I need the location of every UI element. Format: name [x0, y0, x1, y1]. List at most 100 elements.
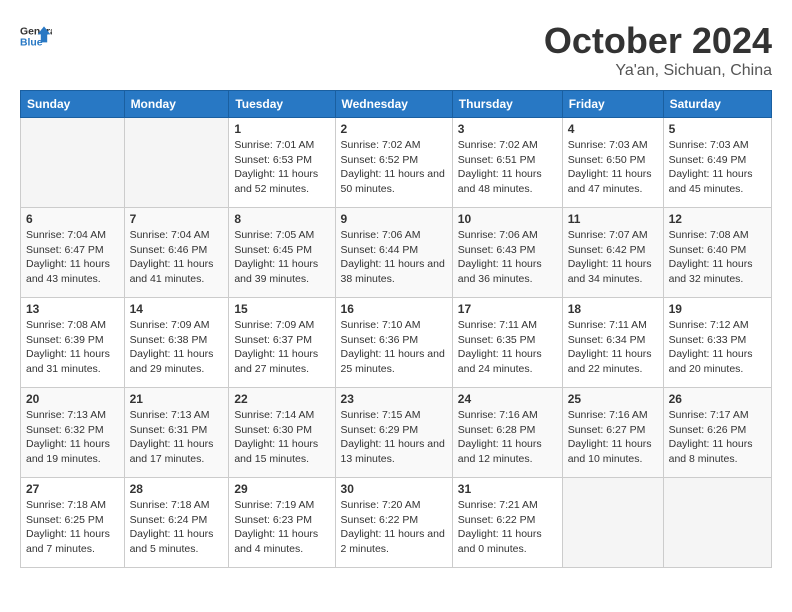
day-number: 28: [130, 482, 224, 496]
svg-text:Blue: Blue: [20, 38, 43, 49]
day-number: 25: [568, 392, 658, 406]
day-number: 22: [234, 392, 329, 406]
day-info: Sunrise: 7:04 AMSunset: 6:47 PMDaylight:…: [26, 228, 119, 287]
day-number: 29: [234, 482, 329, 496]
day-number: 24: [458, 392, 557, 406]
calendar-cell: 2 Sunrise: 7:02 AMSunset: 6:52 PMDaylight…: [335, 118, 452, 208]
day-info: Sunrise: 7:16 AMSunset: 6:28 PMDaylight:…: [458, 408, 557, 467]
day-info: Sunrise: 7:05 AMSunset: 6:45 PMDaylight:…: [234, 228, 329, 287]
day-info: Sunrise: 7:07 AMSunset: 6:42 PMDaylight:…: [568, 228, 658, 287]
calendar-cell: 11 Sunrise: 7:07 AMSunset: 6:42 PMDayligh…: [562, 208, 663, 298]
calendar-body: 1 Sunrise: 7:01 AMSunset: 6:53 PMDaylight…: [21, 118, 772, 568]
weekday-header-cell: Sunday: [21, 91, 125, 118]
day-number: 11: [568, 212, 658, 226]
day-info: Sunrise: 7:17 AMSunset: 6:26 PMDaylight:…: [669, 408, 766, 467]
day-number: 2: [341, 122, 447, 136]
calendar-cell: 19 Sunrise: 7:12 AMSunset: 6:33 PMDayligh…: [663, 298, 771, 388]
location-subtitle: Ya'an, Sichuan, China: [544, 62, 772, 80]
day-info: Sunrise: 7:18 AMSunset: 6:24 PMDaylight:…: [130, 498, 224, 557]
weekday-header-row: SundayMondayTuesdayWednesdayThursdayFrid…: [21, 91, 772, 118]
calendar-cell: 4Sunrise: 7:03 AMSunset: 6:50 PMDaylight…: [562, 118, 663, 208]
day-info: Sunrise: 7:18 AMSunset: 6:25 PMDaylight:…: [26, 498, 119, 557]
calendar-cell: 9 Sunrise: 7:06 AMSunset: 6:44 PMDaylight…: [335, 208, 452, 298]
day-number: 3: [458, 122, 557, 136]
day-number: 10: [458, 212, 557, 226]
day-number: 12: [669, 212, 766, 226]
calendar-cell: 7Sunrise: 7:04 AMSunset: 6:46 PMDaylight…: [124, 208, 229, 298]
day-info: Sunrise: 7:19 AMSunset: 6:23 PMDaylight:…: [234, 498, 329, 557]
day-info: Sunrise: 7:12 AMSunset: 6:33 PMDaylight:…: [669, 318, 766, 377]
weekday-header-cell: Friday: [562, 91, 663, 118]
calendar-cell: 28 Sunrise: 7:18 AMSunset: 6:24 PMDayligh…: [124, 478, 229, 568]
day-info: Sunrise: 7:01 AMSunset: 6:53 PMDaylight:…: [234, 138, 329, 197]
calendar-cell: 13 Sunrise: 7:08 AMSunset: 6:39 PMDayligh…: [21, 298, 125, 388]
calendar-cell: 27 Sunrise: 7:18 AMSunset: 6:25 PMDayligh…: [21, 478, 125, 568]
day-number: 13: [26, 302, 119, 316]
calendar-cell: [562, 478, 663, 568]
day-number: 26: [669, 392, 766, 406]
day-info: Sunrise: 7:21 AMSunset: 6:22 PMDaylight:…: [458, 498, 557, 557]
day-number: 31: [458, 482, 557, 496]
weekday-header-cell: Thursday: [452, 91, 562, 118]
day-info: Sunrise: 7:11 AMSunset: 6:34 PMDaylight:…: [568, 318, 658, 377]
title-block: October 2024 Ya'an, Sichuan, China: [544, 20, 772, 80]
calendar-week-row: 1 Sunrise: 7:01 AMSunset: 6:53 PMDaylight…: [21, 118, 772, 208]
day-number: 23: [341, 392, 447, 406]
calendar-cell: [21, 118, 125, 208]
day-info: Sunrise: 7:08 AMSunset: 6:40 PMDaylight:…: [669, 228, 766, 287]
calendar-cell: 20 Sunrise: 7:13 AMSunset: 6:32 PMDayligh…: [21, 388, 125, 478]
calendar-cell: 1 Sunrise: 7:01 AMSunset: 6:53 PMDaylight…: [229, 118, 335, 208]
calendar-cell: 29 Sunrise: 7:19 AMSunset: 6:23 PMDayligh…: [229, 478, 335, 568]
calendar-cell: 22 Sunrise: 7:14 AMSunset: 6:30 PMDayligh…: [229, 388, 335, 478]
day-info: Sunrise: 7:02 AMSunset: 6:52 PMDaylight:…: [341, 138, 447, 197]
calendar-week-row: 20 Sunrise: 7:13 AMSunset: 6:32 PMDayligh…: [21, 388, 772, 478]
day-number: 6: [26, 212, 119, 226]
page-header: General Blue October 2024 Ya'an, Sichuan…: [20, 20, 772, 80]
logo-icon: General Blue: [20, 20, 52, 52]
calendar-cell: 14 Sunrise: 7:09 AMSunset: 6:38 PMDayligh…: [124, 298, 229, 388]
calendar-week-row: 6 Sunrise: 7:04 AMSunset: 6:47 PMDaylight…: [21, 208, 772, 298]
day-info: Sunrise: 7:02 AMSunset: 6:51 PMDaylight:…: [458, 138, 557, 197]
calendar-table: SundayMondayTuesdayWednesdayThursdayFrid…: [20, 90, 772, 568]
weekday-header-cell: Wednesday: [335, 91, 452, 118]
calendar-week-row: 13 Sunrise: 7:08 AMSunset: 6:39 PMDayligh…: [21, 298, 772, 388]
day-info: Sunrise: 7:03 AMSunset: 6:49 PMDaylight:…: [669, 138, 766, 197]
weekday-header-cell: Tuesday: [229, 91, 335, 118]
day-info: Sunrise: 7:11 AMSunset: 6:35 PMDaylight:…: [458, 318, 557, 377]
day-info: Sunrise: 7:13 AMSunset: 6:31 PMDaylight:…: [130, 408, 224, 467]
day-number: 30: [341, 482, 447, 496]
day-number: 19: [669, 302, 766, 316]
day-number: 1: [234, 122, 329, 136]
day-info: Sunrise: 7:09 AMSunset: 6:38 PMDaylight:…: [130, 318, 224, 377]
day-number: 20: [26, 392, 119, 406]
day-info: Sunrise: 7:15 AMSunset: 6:29 PMDaylight:…: [341, 408, 447, 467]
day-number: 14: [130, 302, 224, 316]
calendar-cell: 16Sunrise: 7:10 AMSunset: 6:36 PMDayligh…: [335, 298, 452, 388]
calendar-cell: 24 Sunrise: 7:16 AMSunset: 6:28 PMDayligh…: [452, 388, 562, 478]
calendar-cell: 5 Sunrise: 7:03 AMSunset: 6:49 PMDaylight…: [663, 118, 771, 208]
calendar-cell: 6 Sunrise: 7:04 AMSunset: 6:47 PMDaylight…: [21, 208, 125, 298]
day-number: 18: [568, 302, 658, 316]
day-number: 27: [26, 482, 119, 496]
day-number: 9: [341, 212, 447, 226]
day-number: 5: [669, 122, 766, 136]
calendar-cell: 10Sunrise: 7:06 AMSunset: 6:43 PMDayligh…: [452, 208, 562, 298]
day-info: Sunrise: 7:06 AMSunset: 6:44 PMDaylight:…: [341, 228, 447, 287]
calendar-cell: [124, 118, 229, 208]
day-number: 17: [458, 302, 557, 316]
day-info: Sunrise: 7:10 AMSunset: 6:36 PMDaylight:…: [341, 318, 447, 377]
calendar-cell: 30 Sunrise: 7:20 AMSunset: 6:22 PMDayligh…: [335, 478, 452, 568]
day-info: Sunrise: 7:04 AMSunset: 6:46 PMDaylight:…: [130, 228, 224, 287]
calendar-cell: 18 Sunrise: 7:11 AMSunset: 6:34 PMDayligh…: [562, 298, 663, 388]
day-number: 15: [234, 302, 329, 316]
day-number: 4: [568, 122, 658, 136]
calendar-cell: 17 Sunrise: 7:11 AMSunset: 6:35 PMDayligh…: [452, 298, 562, 388]
day-info: Sunrise: 7:14 AMSunset: 6:30 PMDaylight:…: [234, 408, 329, 467]
day-number: 8: [234, 212, 329, 226]
day-info: Sunrise: 7:08 AMSunset: 6:39 PMDaylight:…: [26, 318, 119, 377]
month-title: October 2024: [544, 20, 772, 62]
day-info: Sunrise: 7:20 AMSunset: 6:22 PMDaylight:…: [341, 498, 447, 557]
calendar-cell: 8 Sunrise: 7:05 AMSunset: 6:45 PMDaylight…: [229, 208, 335, 298]
day-info: Sunrise: 7:13 AMSunset: 6:32 PMDaylight:…: [26, 408, 119, 467]
calendar-cell: 3 Sunrise: 7:02 AMSunset: 6:51 PMDaylight…: [452, 118, 562, 208]
